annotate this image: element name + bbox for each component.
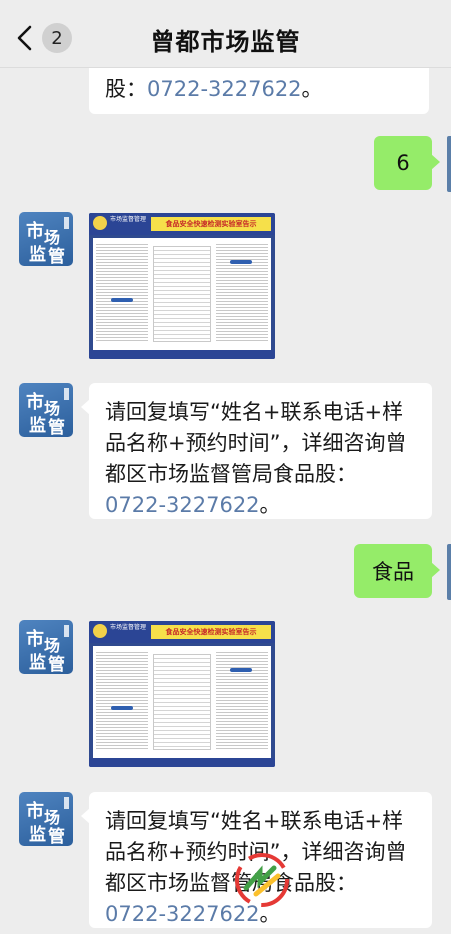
chat-header: 2 曾都市场监管 xyxy=(0,0,451,68)
poster-section-tag xyxy=(111,706,133,710)
official-account-avatar[interactable]: 市 场 监 管 xyxy=(19,792,73,846)
my-avatar[interactable] xyxy=(447,544,451,600)
poster-footer xyxy=(89,350,275,359)
poster-title: 食品安全快速检测实验室告示 xyxy=(151,217,271,231)
poster-text-column xyxy=(216,242,268,342)
poster-header: 市场监督管理 食品安全快速检测实验室告示 xyxy=(89,213,275,235)
notice-poster-image[interactable]: 市场监督管理 食品安全快速检测实验室告示 xyxy=(89,621,275,767)
message-text: 请回复填写“姓名+联系电话+样品名称+预约时间”，详细咨询曾都区市场监督管局食品… xyxy=(105,400,407,486)
poster-header: 市场监督管理 食品安全快速检测实验室告示 xyxy=(89,621,275,643)
message-text-suffix: 。 xyxy=(301,77,323,101)
avatar-decor xyxy=(64,625,69,637)
notice-poster-image[interactable]: 市场监督管理 食品安全快速检测实验室告示 xyxy=(89,213,275,359)
avatar-decor xyxy=(64,388,69,400)
avatar-char: 管 xyxy=(48,655,65,674)
poster-table xyxy=(153,654,211,750)
outgoing-message-bubble[interactable]: 6 xyxy=(374,136,440,190)
poster-text-column xyxy=(216,650,268,750)
message-text-suffix: 。 xyxy=(259,493,281,517)
message-text: 股： xyxy=(105,77,147,101)
poster-text-column xyxy=(96,242,148,342)
avatar-char: 管 xyxy=(48,418,65,437)
phone-link[interactable]: 0722-3227622 xyxy=(105,493,260,517)
emblem-icon xyxy=(93,216,107,230)
phone-link[interactable]: 0722-3227622 xyxy=(147,77,302,101)
poster-table xyxy=(153,246,211,342)
poster-org: 市场监督管理 xyxy=(110,624,147,631)
outgoing-message-bubble[interactable]: 食品 xyxy=(354,544,440,598)
page-title: 曾都市场监管 xyxy=(150,28,301,56)
avatar-char: 管 xyxy=(48,247,65,266)
avatar-char: 监 xyxy=(29,825,46,845)
watermark-logo xyxy=(235,853,289,907)
message-bubble[interactable]: 请回复填写“姓名+联系电话+样品名称+预约时间”，详细咨询曾都区市场监督管局食品… xyxy=(81,383,432,519)
avatar-char: 监 xyxy=(29,416,46,436)
official-account-avatar[interactable]: 市 场 监 管 xyxy=(19,212,73,266)
avatar-decor xyxy=(64,797,69,809)
poster-body xyxy=(93,646,271,758)
official-account-avatar[interactable]: 市 场 监 管 xyxy=(19,383,73,437)
poster-footer xyxy=(89,758,275,767)
poster-section-tag xyxy=(230,260,252,264)
official-account-avatar[interactable]: 市 场 监 管 xyxy=(19,620,73,674)
message-text: 6 xyxy=(396,151,410,175)
my-avatar[interactable] xyxy=(447,136,451,192)
poster-section-tag xyxy=(111,298,133,302)
emblem-icon xyxy=(93,624,107,638)
chat-area: 股：0722-3227622。 6 市 场 监 管 市场监督管理 食品安全快速检… xyxy=(0,0,451,934)
avatar-decor xyxy=(64,217,69,229)
poster-org: 市场监督管理 xyxy=(110,216,147,223)
message-text: 食品 xyxy=(372,560,414,584)
avatar-char: 监 xyxy=(29,653,46,673)
avatar-char: 管 xyxy=(48,827,65,846)
avatar-char: 监 xyxy=(29,245,46,265)
poster-section-tag xyxy=(230,668,252,672)
poster-body xyxy=(93,238,271,350)
poster-title: 食品安全快速检测实验室告示 xyxy=(151,625,271,639)
poster-text-column xyxy=(96,650,148,750)
